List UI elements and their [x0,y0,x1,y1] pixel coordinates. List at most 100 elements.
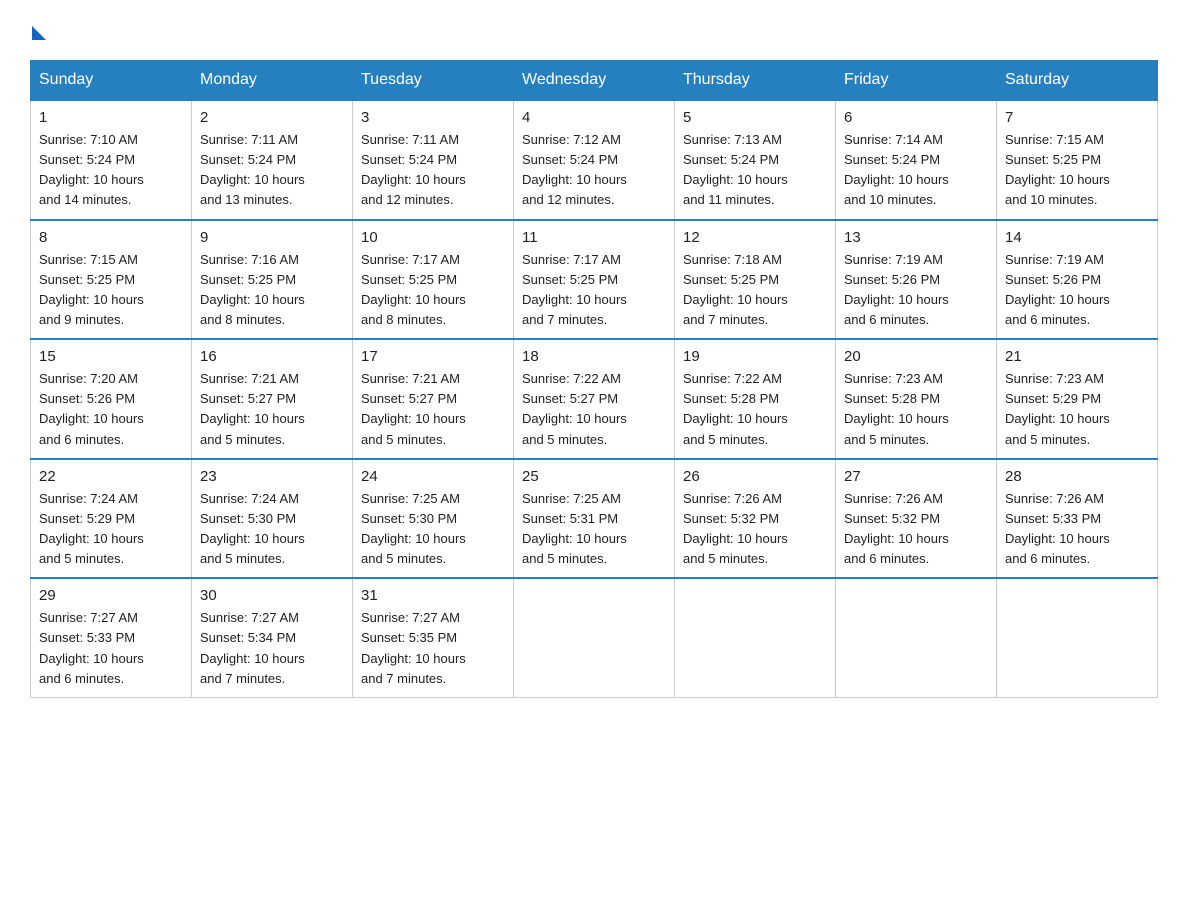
week-row-1: 1 Sunrise: 7:10 AMSunset: 5:24 PMDayligh… [31,100,1158,220]
column-header-friday: Friday [836,61,997,101]
calendar-cell: 29 Sunrise: 7:27 AMSunset: 5:33 PMDaylig… [31,578,192,697]
column-header-monday: Monday [192,61,353,101]
calendar-cell: 19 Sunrise: 7:22 AMSunset: 5:28 PMDaylig… [675,339,836,459]
day-info: Sunrise: 7:17 AMSunset: 5:25 PMDaylight:… [361,252,466,327]
day-number: 3 [361,109,505,126]
column-header-tuesday: Tuesday [353,61,514,101]
calendar-cell [514,578,675,697]
day-number: 27 [844,468,988,485]
day-number: 23 [200,468,344,485]
column-header-thursday: Thursday [675,61,836,101]
day-info: Sunrise: 7:15 AMSunset: 5:25 PMDaylight:… [39,252,144,327]
day-info: Sunrise: 7:10 AMSunset: 5:24 PMDaylight:… [39,132,144,207]
day-info: Sunrise: 7:26 AMSunset: 5:33 PMDaylight:… [1005,491,1110,566]
week-row-4: 22 Sunrise: 7:24 AMSunset: 5:29 PMDaylig… [31,459,1158,579]
calendar-cell: 15 Sunrise: 7:20 AMSunset: 5:26 PMDaylig… [31,339,192,459]
calendar-cell: 3 Sunrise: 7:11 AMSunset: 5:24 PMDayligh… [353,100,514,220]
day-info: Sunrise: 7:17 AMSunset: 5:25 PMDaylight:… [522,252,627,327]
calendar-cell: 18 Sunrise: 7:22 AMSunset: 5:27 PMDaylig… [514,339,675,459]
day-number: 15 [39,348,183,365]
calendar-cell: 6 Sunrise: 7:14 AMSunset: 5:24 PMDayligh… [836,100,997,220]
day-info: Sunrise: 7:27 AMSunset: 5:33 PMDaylight:… [39,610,144,685]
day-info: Sunrise: 7:22 AMSunset: 5:27 PMDaylight:… [522,371,627,446]
day-number: 29 [39,587,183,604]
calendar-table: SundayMondayTuesdayWednesdayThursdayFrid… [30,60,1158,698]
day-number: 25 [522,468,666,485]
calendar-cell: 31 Sunrise: 7:27 AMSunset: 5:35 PMDaylig… [353,578,514,697]
calendar-cell: 13 Sunrise: 7:19 AMSunset: 5:26 PMDaylig… [836,220,997,340]
day-number: 21 [1005,348,1149,365]
day-info: Sunrise: 7:22 AMSunset: 5:28 PMDaylight:… [683,371,788,446]
calendar-cell: 24 Sunrise: 7:25 AMSunset: 5:30 PMDaylig… [353,459,514,579]
day-number: 13 [844,229,988,246]
calendar-cell: 4 Sunrise: 7:12 AMSunset: 5:24 PMDayligh… [514,100,675,220]
day-info: Sunrise: 7:19 AMSunset: 5:26 PMDaylight:… [1005,252,1110,327]
week-row-2: 8 Sunrise: 7:15 AMSunset: 5:25 PMDayligh… [31,220,1158,340]
week-row-5: 29 Sunrise: 7:27 AMSunset: 5:33 PMDaylig… [31,578,1158,697]
day-number: 17 [361,348,505,365]
calendar-cell: 2 Sunrise: 7:11 AMSunset: 5:24 PMDayligh… [192,100,353,220]
day-info: Sunrise: 7:27 AMSunset: 5:35 PMDaylight:… [361,610,466,685]
calendar-cell [836,578,997,697]
day-number: 7 [1005,109,1149,126]
calendar-cell: 12 Sunrise: 7:18 AMSunset: 5:25 PMDaylig… [675,220,836,340]
calendar-cell: 21 Sunrise: 7:23 AMSunset: 5:29 PMDaylig… [997,339,1158,459]
day-number: 18 [522,348,666,365]
day-info: Sunrise: 7:21 AMSunset: 5:27 PMDaylight:… [361,371,466,446]
calendar-cell: 8 Sunrise: 7:15 AMSunset: 5:25 PMDayligh… [31,220,192,340]
day-info: Sunrise: 7:21 AMSunset: 5:27 PMDaylight:… [200,371,305,446]
column-header-sunday: Sunday [31,61,192,101]
day-info: Sunrise: 7:20 AMSunset: 5:26 PMDaylight:… [39,371,144,446]
day-number: 24 [361,468,505,485]
day-number: 16 [200,348,344,365]
day-info: Sunrise: 7:11 AMSunset: 5:24 PMDaylight:… [200,132,305,207]
day-info: Sunrise: 7:27 AMSunset: 5:34 PMDaylight:… [200,610,305,685]
day-number: 28 [1005,468,1149,485]
calendar-cell: 16 Sunrise: 7:21 AMSunset: 5:27 PMDaylig… [192,339,353,459]
calendar-cell: 23 Sunrise: 7:24 AMSunset: 5:30 PMDaylig… [192,459,353,579]
day-number: 12 [683,229,827,246]
day-number: 10 [361,229,505,246]
column-header-wednesday: Wednesday [514,61,675,101]
calendar-cell: 11 Sunrise: 7:17 AMSunset: 5:25 PMDaylig… [514,220,675,340]
day-info: Sunrise: 7:11 AMSunset: 5:24 PMDaylight:… [361,132,466,207]
logo-arrow-icon [32,26,46,40]
day-info: Sunrise: 7:13 AMSunset: 5:24 PMDaylight:… [683,132,788,207]
column-header-saturday: Saturday [997,61,1158,101]
calendar-cell: 22 Sunrise: 7:24 AMSunset: 5:29 PMDaylig… [31,459,192,579]
day-info: Sunrise: 7:15 AMSunset: 5:25 PMDaylight:… [1005,132,1110,207]
day-number: 9 [200,229,344,246]
day-info: Sunrise: 7:25 AMSunset: 5:30 PMDaylight:… [361,491,466,566]
calendar-cell: 20 Sunrise: 7:23 AMSunset: 5:28 PMDaylig… [836,339,997,459]
day-info: Sunrise: 7:19 AMSunset: 5:26 PMDaylight:… [844,252,949,327]
day-info: Sunrise: 7:12 AMSunset: 5:24 PMDaylight:… [522,132,627,207]
day-number: 14 [1005,229,1149,246]
day-info: Sunrise: 7:26 AMSunset: 5:32 PMDaylight:… [683,491,788,566]
day-info: Sunrise: 7:14 AMSunset: 5:24 PMDaylight:… [844,132,949,207]
calendar-cell: 27 Sunrise: 7:26 AMSunset: 5:32 PMDaylig… [836,459,997,579]
logo [30,20,46,40]
day-number: 11 [522,229,666,246]
day-number: 8 [39,229,183,246]
day-info: Sunrise: 7:23 AMSunset: 5:29 PMDaylight:… [1005,371,1110,446]
day-number: 31 [361,587,505,604]
day-info: Sunrise: 7:23 AMSunset: 5:28 PMDaylight:… [844,371,949,446]
calendar-cell [675,578,836,697]
calendar-cell: 25 Sunrise: 7:25 AMSunset: 5:31 PMDaylig… [514,459,675,579]
day-number: 30 [200,587,344,604]
page-header [30,20,1158,40]
calendar-cell: 1 Sunrise: 7:10 AMSunset: 5:24 PMDayligh… [31,100,192,220]
day-info: Sunrise: 7:25 AMSunset: 5:31 PMDaylight:… [522,491,627,566]
day-number: 4 [522,109,666,126]
week-row-3: 15 Sunrise: 7:20 AMSunset: 5:26 PMDaylig… [31,339,1158,459]
calendar-cell: 17 Sunrise: 7:21 AMSunset: 5:27 PMDaylig… [353,339,514,459]
day-number: 19 [683,348,827,365]
day-info: Sunrise: 7:26 AMSunset: 5:32 PMDaylight:… [844,491,949,566]
calendar-cell: 28 Sunrise: 7:26 AMSunset: 5:33 PMDaylig… [997,459,1158,579]
day-info: Sunrise: 7:18 AMSunset: 5:25 PMDaylight:… [683,252,788,327]
day-number: 20 [844,348,988,365]
day-number: 22 [39,468,183,485]
calendar-cell: 10 Sunrise: 7:17 AMSunset: 5:25 PMDaylig… [353,220,514,340]
day-info: Sunrise: 7:24 AMSunset: 5:29 PMDaylight:… [39,491,144,566]
calendar-cell: 7 Sunrise: 7:15 AMSunset: 5:25 PMDayligh… [997,100,1158,220]
